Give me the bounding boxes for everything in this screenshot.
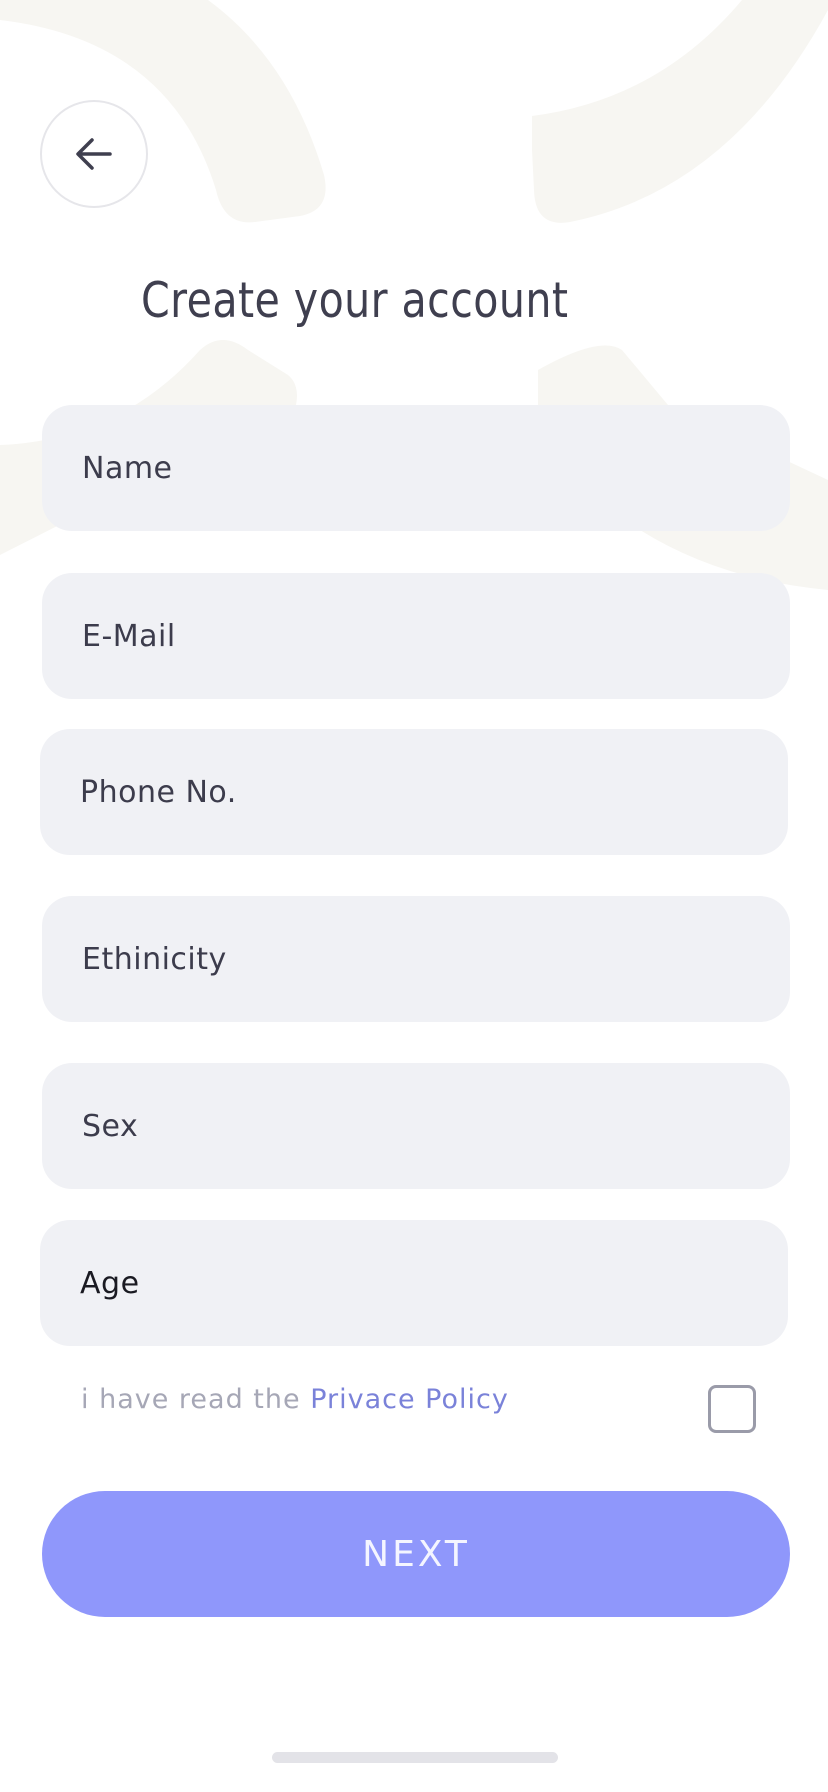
email-input[interactable] [42,573,790,699]
privacy-policy-checkbox[interactable] [708,1385,756,1433]
age-field[interactable] [40,1220,788,1346]
ethnicity-input[interactable] [42,896,790,1022]
back-button[interactable] [40,100,148,208]
next-button[interactable]: NEXT [42,1491,790,1617]
email-field[interactable] [42,573,790,699]
name-field[interactable] [42,405,790,531]
sex-input[interactable] [42,1063,790,1189]
privacy-policy-prefix: i have read the [81,1384,311,1415]
page-title: Create your account [141,272,569,329]
phone-field[interactable] [40,729,788,855]
sex-field[interactable] [42,1063,790,1189]
ethnicity-field[interactable] [42,896,790,1022]
phone-input[interactable] [40,729,788,855]
arrow-left-icon [76,138,112,170]
privacy-policy-link[interactable]: Privace Policy [310,1384,509,1415]
name-input[interactable] [42,405,790,531]
home-indicator [272,1752,558,1763]
age-input[interactable] [40,1220,788,1346]
privacy-policy-row: i have read the Privace Policy [81,1384,509,1415]
